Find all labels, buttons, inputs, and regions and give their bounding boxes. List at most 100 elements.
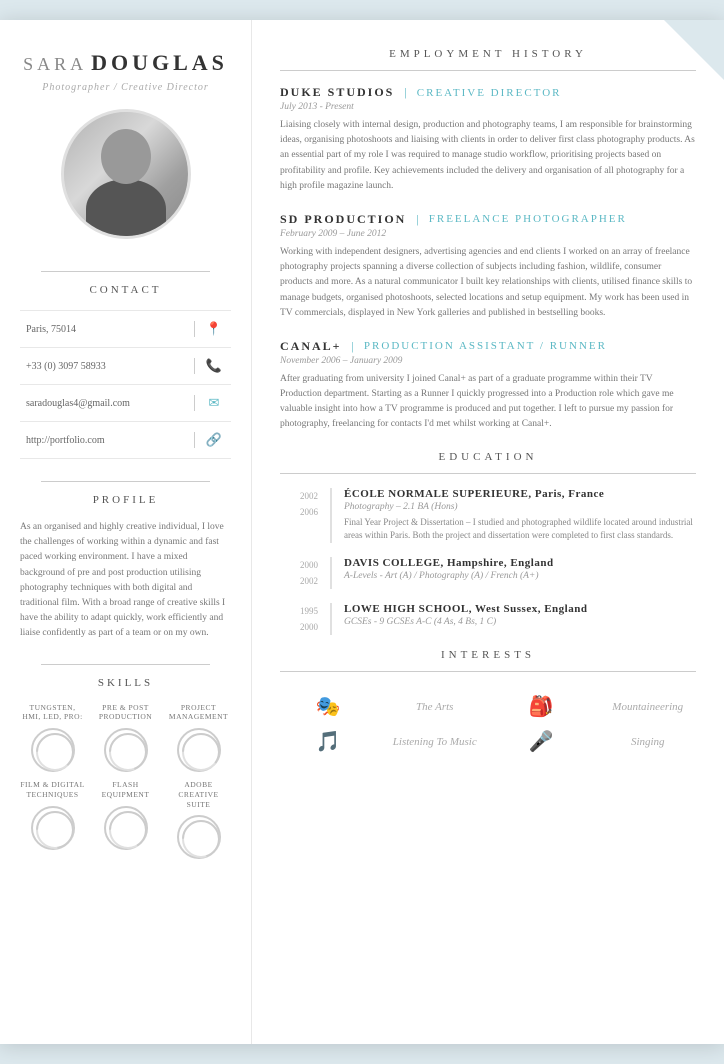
education-title: EDUCATION <box>280 451 696 463</box>
edu-davis-years: 2000 2002 <box>280 557 318 589</box>
contact-email: saradouglas4@gmail.com ✉ <box>20 385 231 422</box>
mountain-icon: 🎒 <box>529 694 554 719</box>
avatar <box>61 109 191 239</box>
skill-adobe: ADOBE CREATIVESUITE <box>166 780 231 859</box>
desc-duke: Liaising closely with internal design, p… <box>280 118 696 194</box>
skill-tungsten: TUNGSTEN,HMI, LED, PRO: <box>20 703 85 773</box>
skill-circle-5 <box>104 806 148 850</box>
pipe-1: | <box>404 85 406 100</box>
interests-section: INTERESTS 🎭 The Arts 🎒 Mountaineering <box>280 649 696 762</box>
skill-label-5: FLASHEQUIPMENT <box>102 780 150 800</box>
arts-icon: 🎭 <box>316 694 341 719</box>
skill-label-3: PROJECTMANAGEMENT <box>169 703 228 723</box>
phone-icon: 📞 <box>203 355 225 377</box>
job-sd: SD PRODUCTION | FREELANCE PHOTOGRAPHER F… <box>280 212 696 321</box>
music-icon: 🎵 <box>316 729 341 754</box>
skill-prepost: PRE & POSTPRODUCTION <box>93 703 158 773</box>
singing-label: Singing <box>631 736 665 748</box>
contact-address-text: Paris, 75014 <box>26 324 186 335</box>
interests-title: INTERESTS <box>280 649 696 661</box>
skill-circle-4 <box>31 806 75 850</box>
email-icon: ✉ <box>203 392 225 414</box>
job-canal: CANAL+ | PRODUCTION ASSISTANT / RUNNER N… <box>280 339 696 433</box>
education-section: EDUCATION 2002 2006 ÉCOLE NORMALE SUPERI… <box>280 451 696 636</box>
education-divider <box>280 473 696 474</box>
interest-mountain: 🎒 <box>493 694 590 719</box>
contact-address: Paris, 75014 📍 <box>20 310 231 348</box>
edu-lowe-school: LOWE HIGH SCHOOL, West Sussex, England <box>344 603 696 615</box>
contact-phone: +33 (0) 3097 58933 📞 <box>20 348 231 385</box>
interest-singing: 🎤 <box>493 729 590 754</box>
v-divider <box>194 321 195 337</box>
interests-grid: 🎭 The Arts 🎒 Mountaineering 🎵 <box>280 686 696 762</box>
edu-davis-degree: A-Levels - Art (A) / Photography (A) / F… <box>344 571 696 581</box>
edu-lowe-degree: GCSEs - 9 GCSEs A-C (4 As, 4 Bs, 1 C) <box>344 617 696 627</box>
divider-3 <box>41 664 210 665</box>
interest-mountain-label: Mountaineering <box>600 701 697 713</box>
company-sd: SD PRODUCTION <box>280 212 406 227</box>
pipe-2: | <box>416 212 418 227</box>
edu-ecole-desc: Final Year Project & Dissertation – I st… <box>344 516 696 543</box>
v-divider <box>194 395 195 411</box>
v-divider <box>194 358 195 374</box>
skill-label-2: PRE & POSTPRODUCTION <box>99 703 152 723</box>
arts-label: The Arts <box>416 701 453 713</box>
employment-section: EMPLOYMENT HISTORY DUKE STUDIOS | CREATI… <box>280 48 696 433</box>
skill-label-4: FILM & DIGITALTECHNIQUES <box>20 780 84 800</box>
skill-film: FILM & DIGITALTECHNIQUES <box>20 780 85 859</box>
skill-label-1: TUNGSTEN,HMI, LED, PRO: <box>22 703 82 723</box>
edu-ecole-years: 2002 2006 <box>280 488 318 543</box>
contact-phone-text: +33 (0) 3097 58933 <box>26 361 186 372</box>
divider-1 <box>41 271 210 272</box>
title-sd: FREELANCE PHOTOGRAPHER <box>429 213 627 225</box>
edu-davis-school: DAVIS COLLEGE, Hampshire, England <box>344 557 696 569</box>
edu-davis-content: DAVIS COLLEGE, Hampshire, England A-Leve… <box>330 557 696 589</box>
skill-project: PROJECTMANAGEMENT <box>166 703 231 773</box>
job-sd-header: SD PRODUCTION | FREELANCE PHOTOGRAPHER <box>280 212 696 227</box>
contact-email-text: saradouglas4@gmail.com <box>26 398 186 409</box>
skill-circle-2 <box>104 728 148 772</box>
title-duke: CREATIVE DIRECTOR <box>417 87 562 99</box>
divider-2 <box>41 481 210 482</box>
desc-canal: After graduating from university I joine… <box>280 372 696 433</box>
music-label: Listening To Music <box>393 736 477 748</box>
desc-sd: Working with independent designers, adve… <box>280 245 696 321</box>
v-divider <box>194 432 195 448</box>
skill-flash: FLASHEQUIPMENT <box>93 780 158 859</box>
link-icon: 🔗 <box>203 429 225 451</box>
contact-web: http://portfolio.com 🔗 <box>20 422 231 459</box>
company-canal: CANAL+ <box>280 339 342 354</box>
edu-lowe-years: 1995 2000 <box>280 603 318 635</box>
job-duke-header: DUKE STUDIOS | CREATIVE DIRECTOR <box>280 85 696 100</box>
profile-text: As an organised and highly creative indi… <box>20 520 231 642</box>
employment-title: EMPLOYMENT HISTORY <box>280 48 696 60</box>
main-content: EMPLOYMENT HISTORY DUKE STUDIOS | CREATI… <box>252 20 724 1044</box>
contact-list: Paris, 75014 📍 +33 (0) 3097 58933 📞 sara… <box>20 310 231 459</box>
job-duke: DUKE STUDIOS | CREATIVE DIRECTOR July 20… <box>280 85 696 194</box>
interest-arts: 🎭 <box>280 694 377 719</box>
location-icon: 📍 <box>203 318 225 340</box>
interest-arts-label: The Arts <box>387 701 484 713</box>
employment-divider <box>280 70 696 71</box>
edu-ecole-content: ÉCOLE NORMALE SUPERIEURE, Paris, France … <box>330 488 696 543</box>
subtitle: Photographer / Creative Director <box>42 82 209 93</box>
title-canal: PRODUCTION ASSISTANT / RUNNER <box>364 340 607 352</box>
interest-music: 🎵 <box>280 729 377 754</box>
name-block: SARA DOUGLAS <box>23 50 228 76</box>
name-last: DOUGLAS <box>91 50 228 75</box>
interest-music-label: Listening To Music <box>387 736 484 748</box>
skills-title: SKILLS <box>98 677 153 689</box>
skill-circle-3 <box>177 728 221 772</box>
edu-ecole-degree: Photography – 2.1 BA (Hons) <box>344 502 696 512</box>
edu-ecole: 2002 2006 ÉCOLE NORMALE SUPERIEURE, Pari… <box>280 488 696 543</box>
interest-singing-label: Singing <box>600 736 697 748</box>
edu-lowe: 1995 2000 LOWE HIGH SCHOOL, West Sussex,… <box>280 603 696 635</box>
dates-canal: November 2006 – January 2009 <box>280 356 696 366</box>
interests-divider <box>280 671 696 672</box>
skills-grid: TUNGSTEN,HMI, LED, PRO: PRE & POSTPRODUC… <box>20 703 231 860</box>
company-duke: DUKE STUDIOS <box>280 85 394 100</box>
dates-sd: February 2009 – June 2012 <box>280 229 696 239</box>
contact-title: CONTACT <box>89 284 161 296</box>
mountain-label: Mountaineering <box>612 701 683 713</box>
name-first: SARA <box>23 54 87 74</box>
